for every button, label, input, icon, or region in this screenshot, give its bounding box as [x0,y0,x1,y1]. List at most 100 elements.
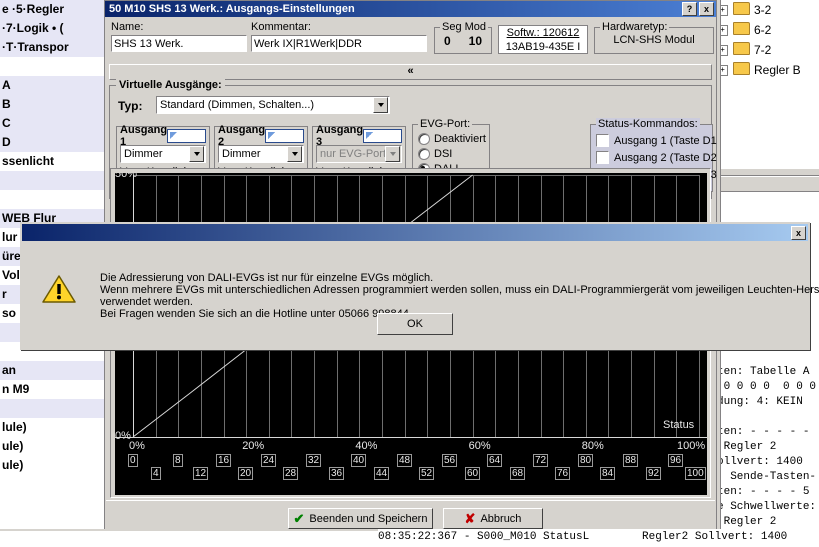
evg-option-deaktiviert[interactable]: Deaktiviert [413,131,489,146]
header-panel: Name: SHS 13 Werk. Kommentar: Werk IX|R1… [109,21,714,61]
close-button[interactable]: x [699,2,714,16]
mod-value: 10 [468,33,482,48]
radio-icon[interactable] [418,147,430,160]
tree-item[interactable]: B [0,95,104,114]
collapse-bar[interactable]: « [109,64,712,80]
chart-x-tick-box[interactable]: 88 [623,454,639,467]
chevron-down-icon[interactable] [189,146,204,162]
software-info: Softw.: 120612 13AB19-435E I [498,25,588,54]
status-kommando-1[interactable]: Ausgang 1 (Taste D1 [591,132,717,149]
tree-item[interactable]: ssenlicht [0,152,104,171]
name-input[interactable]: SHS 13 Werk. [111,35,247,52]
kommentar-input[interactable]: Werk IX|R1Werk|DDR [251,35,427,52]
tree-item[interactable] [0,57,104,76]
chart-x-tick-box[interactable]: 32 [306,454,322,467]
tree-item[interactable]: lule) [0,418,104,437]
chart-x-tick-box[interactable]: 56 [442,454,458,467]
dialog-close-button[interactable]: x [791,225,806,240]
ausgang-1-mode-select[interactable]: Dimmer [120,145,206,163]
chart-x-tick-box[interactable]: 68 [510,467,526,480]
tree-item[interactable] [0,399,104,418]
ausgang-3-mode-select: nur EVG-Port [316,145,402,163]
tree-item[interactable]: ule) [0,456,104,475]
radio-icon[interactable] [418,132,430,145]
chart-x-tick-box[interactable]: 16 [216,454,232,467]
tree-item[interactable] [0,190,104,209]
folder-item[interactable]: + Regler B [715,60,819,80]
typ-select[interactable]: Standard (Dimmen, Schalten...) [156,96,390,114]
checkbox-icon[interactable] [596,151,609,164]
tree-item-label: lule) [2,420,27,434]
cancel-button[interactable]: ✘ Abbruch [443,508,543,529]
tree-item[interactable]: D [0,133,104,152]
chart-x-tick-box[interactable]: 52 [419,467,435,480]
chevron-down-icon[interactable] [373,97,388,113]
chart-x-tick-box[interactable]: 64 [487,454,503,467]
chart-x-major-label: 80% [581,440,604,452]
evg-option-label: Deaktiviert [434,132,486,145]
chart-x-tick-box[interactable]: 0 [128,454,138,467]
status-kommando-2[interactable]: Ausgang 2 (Taste D2 [591,149,717,166]
chart-x-tick-box[interactable]: 4 [151,467,161,480]
tree-item[interactable] [0,171,104,190]
kommentar-field: Kommentar: Werk IX|R1Werk|DDR [251,21,427,52]
folder-item[interactable]: +7-2 [715,40,819,60]
ausgang-2-mode-value: Dimmer [222,148,261,160]
tree-item[interactable]: ·T·Transpor [0,38,104,57]
chart-x-tick-box[interactable]: 60 [465,467,481,480]
tree-item-label: n M9 [2,382,30,396]
folder-item[interactable]: +3-2 [715,0,819,20]
status-bar-text: 08:35:22:367 - S000_M010 StatusL Regler2… [378,531,788,543]
window-title-bar[interactable]: 50 M10 SHS 13 Werk.: Ausgangs-Einstellun… [105,1,716,17]
tree-item[interactable]: C [0,114,104,133]
ausgang-2-title: Ausgang 2 [218,124,266,148]
ausgang-2-mode-select[interactable]: Dimmer [218,145,304,163]
name-field: Name: SHS 13 Werk. [111,21,247,52]
chart-x-tick-box[interactable]: 48 [397,454,413,467]
chart-x-tick-box[interactable]: 20 [238,467,254,480]
folder-label: 3-2 [754,3,772,17]
chart-x-tick-box[interactable]: 24 [261,454,277,467]
dialog-title-bar[interactable]: x [22,224,808,241]
edit-pencil-icon[interactable] [167,129,206,143]
chart-x-tick-box[interactable]: 12 [193,467,209,480]
hardwaretyp-label: Hardwaretyp: [600,21,670,33]
chart-x-tick-box[interactable]: 100 [685,467,706,480]
folder-label: Regler B [754,63,801,77]
chart-x-tick-box[interactable]: 84 [600,467,616,480]
chart-x-tick-box[interactable]: 36 [329,467,345,480]
tree-item[interactable]: an [0,361,104,380]
evg-option-dsi[interactable]: DSI [413,146,489,161]
chart-x-tick-box[interactable]: 80 [578,454,594,467]
tree-item[interactable]: e ·5·Regler [0,0,104,19]
dialog-message-line: Wenn mehrere EVGs mit unterschiedlichen … [100,284,819,296]
tree-item-label: ssenlicht [2,154,55,168]
chart-x-tick-box[interactable]: 40 [351,454,367,467]
chart-x-tick-box[interactable]: 8 [173,454,183,467]
hardwaretyp-group: Hardwaretyp: LCN-SHS Modul [594,21,714,54]
chevron-down-icon [385,146,400,162]
edit-pencil-icon[interactable] [363,129,402,143]
log-line: ten: Tabelle A [717,366,810,378]
chart-x-tick-box[interactable]: 76 [555,467,571,480]
chart-x-tick-box[interactable]: 92 [646,467,662,480]
save-button[interactable]: ✔ Beenden und Speichern [288,508,433,529]
chart-x-tick-box[interactable]: 72 [533,454,549,467]
ok-button[interactable]: OK [377,313,453,335]
chart-x-tick-box[interactable]: 44 [374,467,390,480]
chart-x-tick-box[interactable]: 96 [668,454,684,467]
tree-item[interactable]: A [0,76,104,95]
chevron-down-icon[interactable] [287,146,302,162]
folder-tree[interactable]: +3-2 +6-2 +7-2 + Regler B [715,0,819,80]
check-icon: ✔ [293,510,305,526]
tree-item[interactable]: n M9 [0,380,104,399]
tree-item[interactable]: ule) [0,437,104,456]
tree-item[interactable]: ·7·Logik • ( [0,19,104,38]
help-button[interactable]: ? [682,2,697,16]
chart-x-tick-box[interactable]: 28 [283,467,299,480]
edit-pencil-icon[interactable] [265,129,304,143]
checkbox-icon[interactable] [596,134,609,147]
folder-item[interactable]: +6-2 [715,20,819,40]
tree-item-label: D [2,135,11,149]
